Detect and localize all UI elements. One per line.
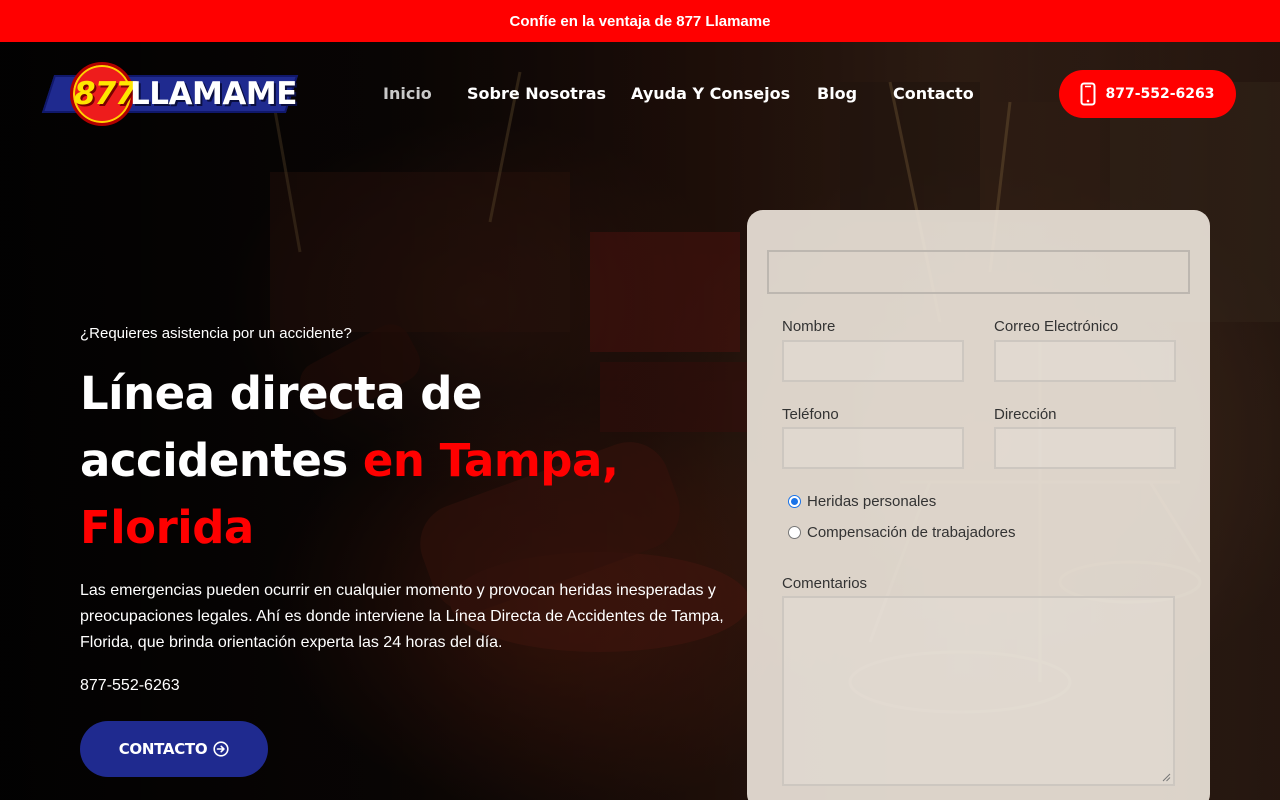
arrow-right-circle-icon (213, 741, 229, 757)
nav-item-ayuda-y-consejos[interactable]: Ayuda Y Consejos (631, 84, 790, 103)
announcement-bar: Confíe en la ventaja de 877 Llamame (0, 0, 1280, 42)
comments-label: Comentarios (782, 575, 868, 592)
radio-option-heridas[interactable]: Heridas personales (788, 493, 936, 510)
nav-item-sobre-nosotras[interactable]: Sobre Nosotras (467, 84, 606, 103)
phone-label: Teléfono (782, 406, 839, 423)
radio-button[interactable] (788, 526, 801, 539)
nav-item-contacto[interactable]: Contacto (893, 84, 974, 103)
resize-grip-icon[interactable] (1161, 772, 1171, 782)
phone-field[interactable] (782, 427, 964, 469)
name-field[interactable] (782, 340, 964, 382)
site-logo[interactable]: 877 LLAMAME (41, 62, 299, 128)
radio-label-compensacion: Compensación de trabajadores (807, 524, 1016, 541)
hero-kicker: ¿Requieres asistencia por un accidente? (80, 325, 352, 342)
mobile-phone-icon (1080, 82, 1096, 106)
logo-number: 877 (74, 76, 137, 112)
hero-headline: Línea directa de accidentes en Tampa, Fl… (80, 360, 680, 561)
radio-option-compensacion[interactable]: Compensación de trabajadores (788, 524, 1015, 541)
name-label: Nombre (782, 318, 836, 335)
radio-button-checked[interactable] (788, 495, 801, 508)
address-field[interactable] (994, 427, 1176, 469)
form-top-field[interactable] (767, 250, 1190, 294)
nav-item-inicio[interactable]: Inicio (383, 84, 432, 103)
email-label: Correo Electrónico (994, 318, 1119, 335)
hero-phone-link[interactable]: 877-552-6263 (80, 677, 180, 695)
address-label: Dirección (994, 406, 1057, 423)
radio-label-heridas: Heridas personales (807, 493, 937, 510)
email-field[interactable] (994, 340, 1176, 382)
contact-form: Nombre Correo Electrónico Teléfono Direc… (747, 210, 1210, 800)
nav-item-blog[interactable]: Blog (817, 84, 857, 103)
hero-description: Las emergencias pueden ocurrir en cualqu… (80, 582, 724, 651)
contact-button-label: CONTACTO (118, 740, 208, 758)
logo-word: LLAMAME (130, 76, 297, 112)
comments-textarea[interactable] (782, 596, 1175, 786)
announcement-text: Confíe en la ventaja de 877 Llamame (509, 12, 771, 30)
contact-button[interactable]: CONTACTO (80, 721, 268, 777)
header-phone-button[interactable]: 877-552-6263 (1059, 70, 1236, 118)
header-phone-label: 877-552-6263 (1105, 86, 1215, 102)
